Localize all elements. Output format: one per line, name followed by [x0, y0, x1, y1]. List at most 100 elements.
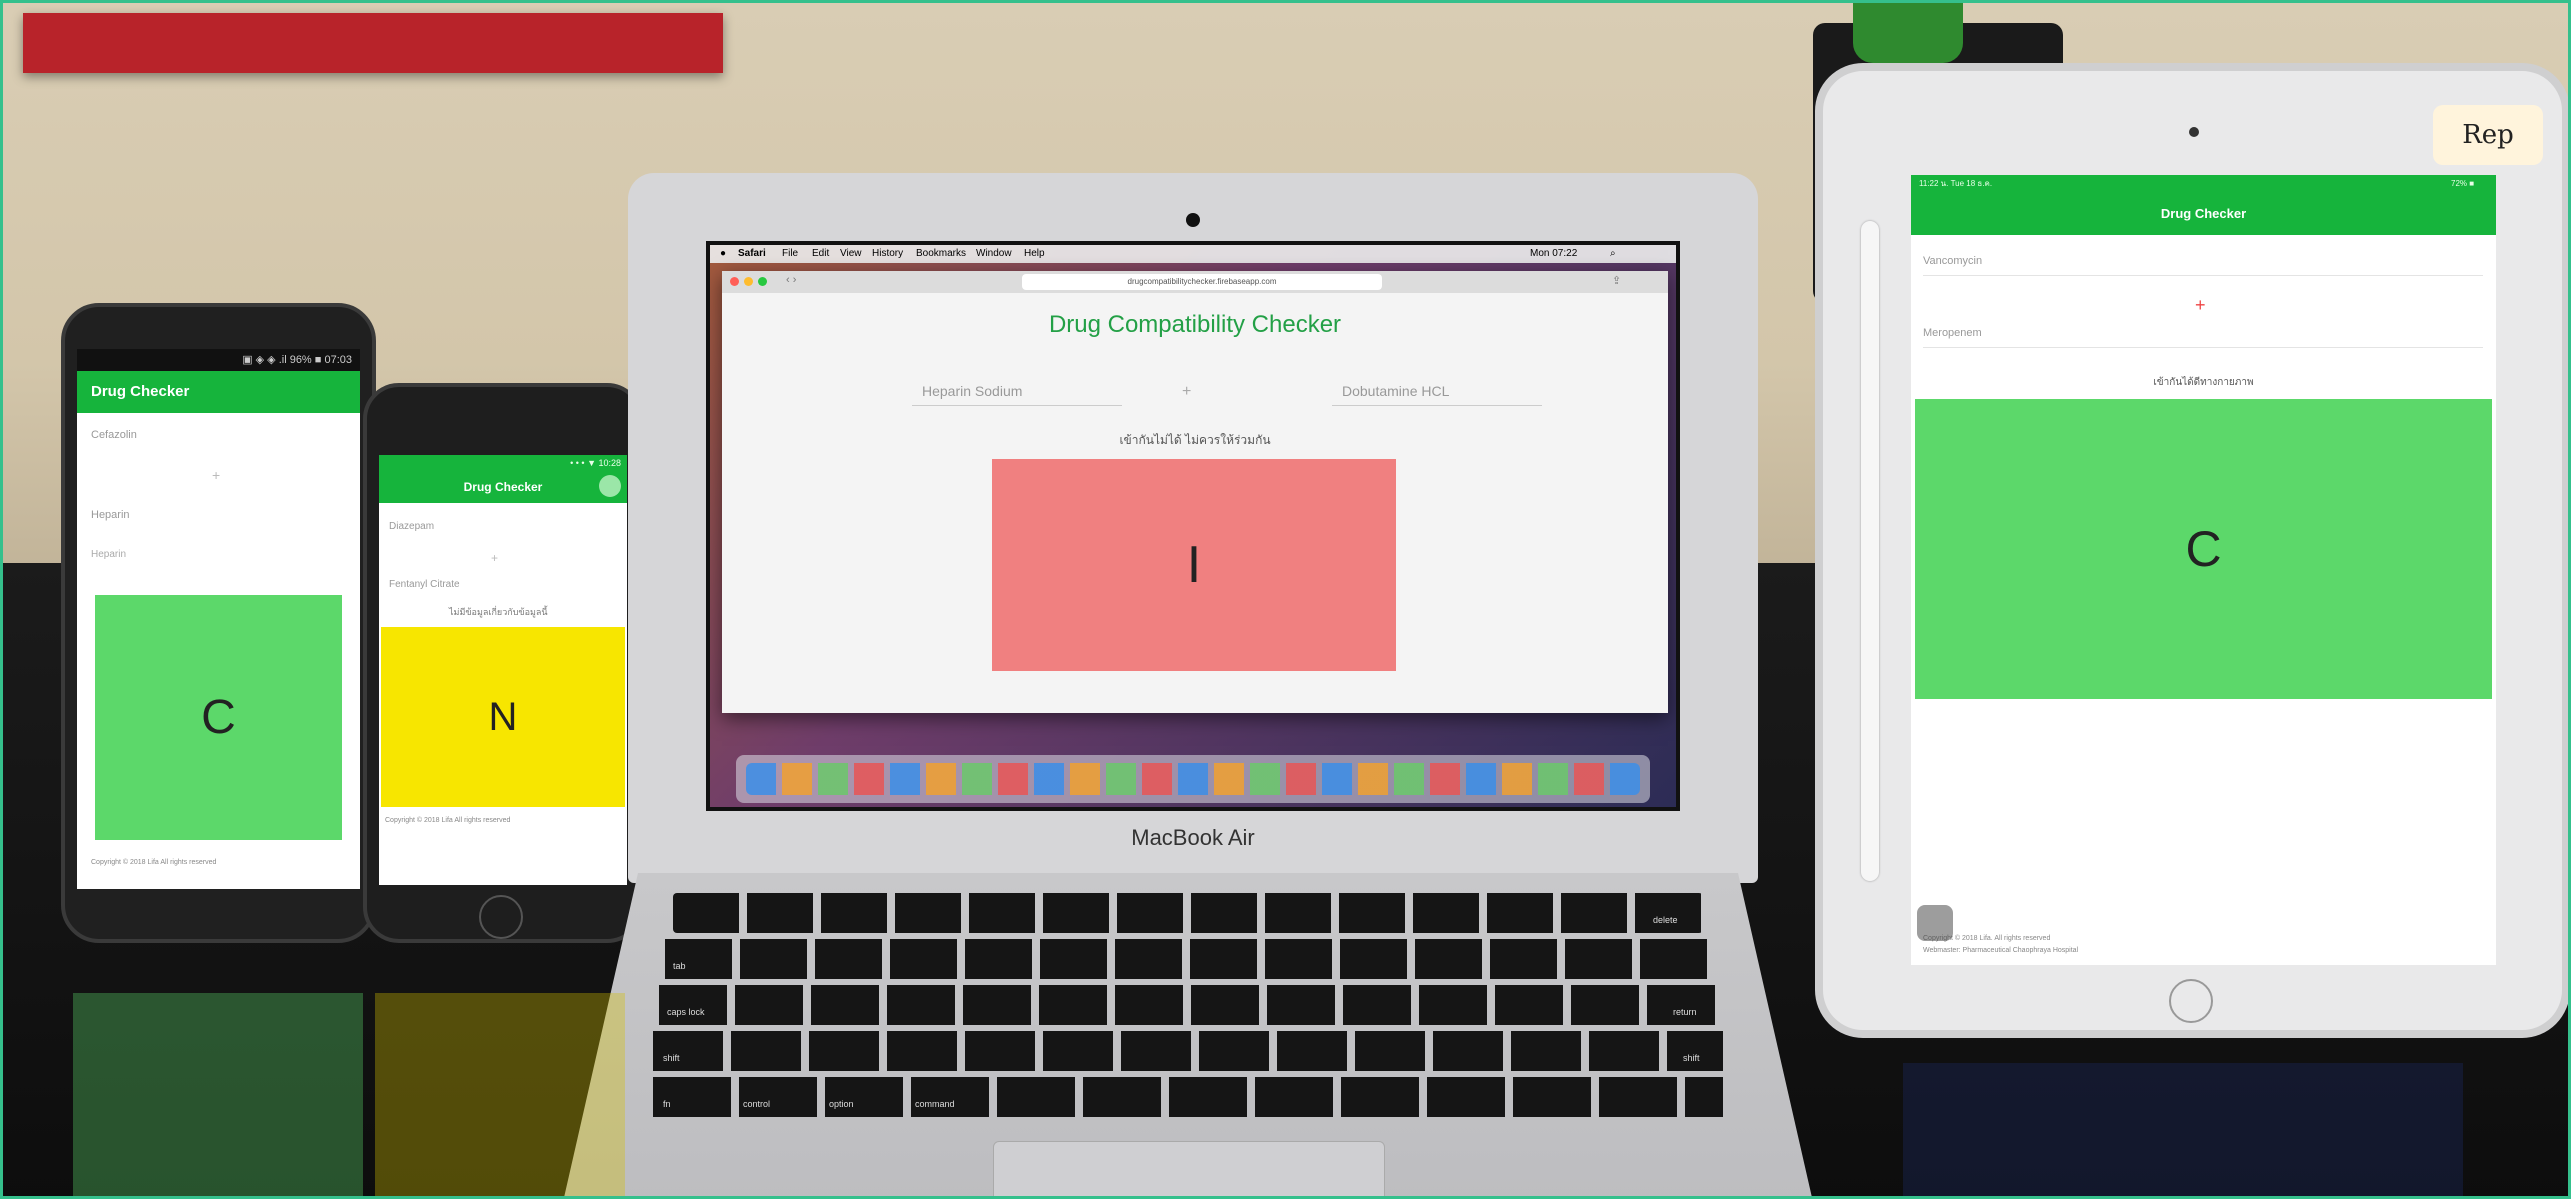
phone-left-extra: Heparin	[91, 549, 127, 560]
tablet-screen: 11:22 น. Tue 18 ธ.ค. 72% ■ Drug Checker …	[1911, 175, 2496, 965]
phone-middle-result-letter: N	[488, 694, 518, 739]
tablet-status-bar: 11:22 น. Tue 18 ธ.ค. 72% ■	[1911, 175, 2496, 193]
menu-history[interactable]: History	[872, 245, 903, 263]
key-return-label: return	[1673, 1007, 1697, 1017]
web-drug-a[interactable]: Heparin Sodium	[922, 383, 1022, 399]
phone-left-footer: Copyright © 2018 Lifa All rights reserve…	[91, 859, 217, 866]
phone-middle-menu-icon[interactable]	[599, 475, 621, 497]
phone-middle-footer: Copyright © 2018 Lifa All rights reserve…	[385, 817, 511, 824]
tablet-status-right: 72% ■	[2451, 179, 2475, 188]
menu-help[interactable]: Help	[1024, 245, 1045, 263]
phone-left-result-letter: C	[201, 691, 236, 744]
tablet-drug-b[interactable]: Meropenem	[1923, 327, 1982, 339]
tablet-result-letter: C	[2185, 521, 2222, 577]
web-drug-a-underline	[912, 405, 1122, 406]
tablet-sticker-text: Rep	[2462, 120, 2514, 150]
phone-left-drug-b[interactable]: Heparin	[91, 509, 130, 521]
reflection-left-phone	[73, 993, 363, 1196]
mac-dock	[736, 755, 1650, 803]
menu-edit[interactable]: Edit	[812, 245, 829, 263]
web-page-title: Drug Compatibility Checker	[1048, 311, 1342, 338]
menu-bookmarks[interactable]: Bookmarks	[916, 245, 966, 263]
close-button[interactable]	[730, 277, 739, 286]
key-row-4[interactable]	[653, 1031, 1723, 1071]
address-url: drugcompatibilitychecker.firebaseapp.com	[1127, 277, 1277, 286]
photo-scene: ▣ ◈ ◈ .il 96% ■ 07:03 Drug Checker Cefaz…	[0, 0, 2571, 1199]
tablet-drug-a[interactable]: Vancomycin	[1923, 255, 1982, 267]
phone-left-status-bar: ▣ ◈ ◈ .il 96% ■ 07:03	[77, 349, 360, 371]
web-result-letter: I	[1186, 536, 1202, 594]
phone-left-result-box: C	[95, 595, 342, 840]
red-box-background	[23, 13, 723, 73]
phone-left: ▣ ◈ ◈ .il 96% ■ 07:03 Drug Checker Cefaz…	[61, 303, 376, 943]
menu-window[interactable]: Window	[976, 245, 1012, 263]
safari-window: ‹ › drugcompatibilitychecker.firebaseapp…	[722, 271, 1668, 713]
key-row-1[interactable]	[673, 893, 1703, 933]
dock-icons[interactable]	[746, 763, 1640, 795]
laptop-trackpad[interactable]	[993, 1141, 1385, 1196]
laptop-camera	[1186, 213, 1200, 227]
phone-middle-status-text: ไม่มีข้อมูลเกี่ยวกับข้อมูลนี้	[449, 607, 548, 617]
phone-middle-app-title: Drug Checker	[463, 480, 543, 494]
phone-middle-drug-a[interactable]: Diazepam	[389, 521, 434, 532]
menu-file[interactable]: File	[782, 245, 798, 263]
zoom-button[interactable]	[758, 277, 767, 286]
menu-view[interactable]: View	[840, 245, 862, 263]
key-control-label: control	[743, 1099, 771, 1109]
menu-clock: Mon 07:22	[1530, 248, 1578, 259]
tablet-footer-2: Webmaster: Pharmaceutical Chaophraya Hos…	[1923, 947, 2079, 954]
apple-icon[interactable]: ●	[720, 245, 726, 263]
phone-left-drug-a[interactable]: Cefazolin	[91, 429, 137, 441]
tablet-result-box: C	[1915, 399, 2492, 699]
tablet-app-header: Drug Checker	[1911, 193, 2496, 235]
tablet-sticker: Rep	[2433, 105, 2543, 165]
key-caps-label: caps lock	[667, 1007, 705, 1017]
key-fn-label: fn	[663, 1099, 671, 1109]
tablet-assistive-touch[interactable]	[1917, 905, 1953, 941]
phone-left-screen: ▣ ◈ ◈ .il 96% ■ 07:03 Drug Checker Cefaz…	[77, 349, 360, 889]
key-row-5[interactable]	[653, 1077, 1723, 1117]
phone-left-app-header: Drug Checker	[77, 371, 360, 413]
reflection-middle-phone	[375, 993, 625, 1196]
pencil	[1861, 221, 1879, 881]
menu-safari[interactable]: Safari	[738, 245, 766, 263]
laptop-screen: ● Safari File Edit View History Bookmark…	[710, 245, 1676, 807]
spotlight-icon[interactable]: ⌕	[1610, 245, 1616, 263]
share-icon[interactable]: ⇪	[1612, 274, 1621, 287]
laptop-base: delete tab caps lock return shift shift …	[563, 873, 1813, 1196]
web-drug-b[interactable]: Dobutamine HCL	[1342, 383, 1449, 399]
key-shift-left-label: shift	[663, 1053, 680, 1063]
tablet-status-text: เข้ากันได้ดีทางกายภาพ	[2153, 377, 2254, 388]
minimize-button[interactable]	[744, 277, 753, 286]
key-option-label: option	[829, 1099, 854, 1109]
key-delete-label: delete	[1653, 915, 1678, 925]
tablet: Rep 11:22 น. Tue 18 ธ.ค. 72% ■ Drug Chec…	[1815, 63, 2568, 1038]
phone-middle-home-button	[479, 895, 523, 939]
key-row-3[interactable]	[659, 985, 1717, 1025]
phone-middle-app-header: Drug Checker	[379, 471, 627, 503]
laptop-keyboard: delete tab caps lock return shift shift …	[653, 893, 1723, 1123]
mac-menu-bar: ● Safari File Edit View History Bookmark…	[710, 245, 1676, 263]
reflection-tablet	[1903, 1063, 2463, 1196]
green-bottle	[1853, 3, 1963, 63]
tablet-home-button[interactable]	[2169, 979, 2213, 1023]
phone-middle-status-bar: • • • ▼ 10:28	[379, 455, 627, 471]
web-result-box: I	[992, 459, 1396, 671]
key-row-2[interactable]	[665, 939, 1711, 979]
tablet-status-left: 11:22 น. Tue 18 ธ.ค.	[1919, 179, 1993, 188]
safari-toolbar: ‹ › drugcompatibilitychecker.firebaseapp…	[722, 271, 1668, 293]
tablet-app-title: Drug Checker	[2160, 206, 2247, 221]
phone-middle-drug-b[interactable]: Fentanyl Citrate	[389, 579, 460, 590]
phone-left-plus: +	[212, 467, 221, 483]
laptop-brand: MacBook Air	[1131, 825, 1255, 850]
phone-middle-screen: • • • ▼ 10:28 Drug Checker Diazepam + Fe…	[379, 455, 627, 885]
web-drug-b-underline	[1332, 405, 1542, 406]
web-status-text: เข้ากันไม่ได้ ไม่ควรให้ร่วมกัน	[1119, 433, 1271, 447]
laptop-bezel: ● Safari File Edit View History Bookmark…	[706, 241, 1680, 811]
address-bar[interactable]: drugcompatibilitychecker.firebaseapp.com	[1022, 274, 1382, 290]
back-icon[interactable]: ‹ ›	[786, 274, 796, 286]
key-tab-label: tab	[673, 961, 686, 971]
tablet-camera	[2189, 127, 2199, 137]
web-plus: +	[1182, 383, 1192, 400]
phone-middle-result-box: N	[381, 627, 625, 807]
